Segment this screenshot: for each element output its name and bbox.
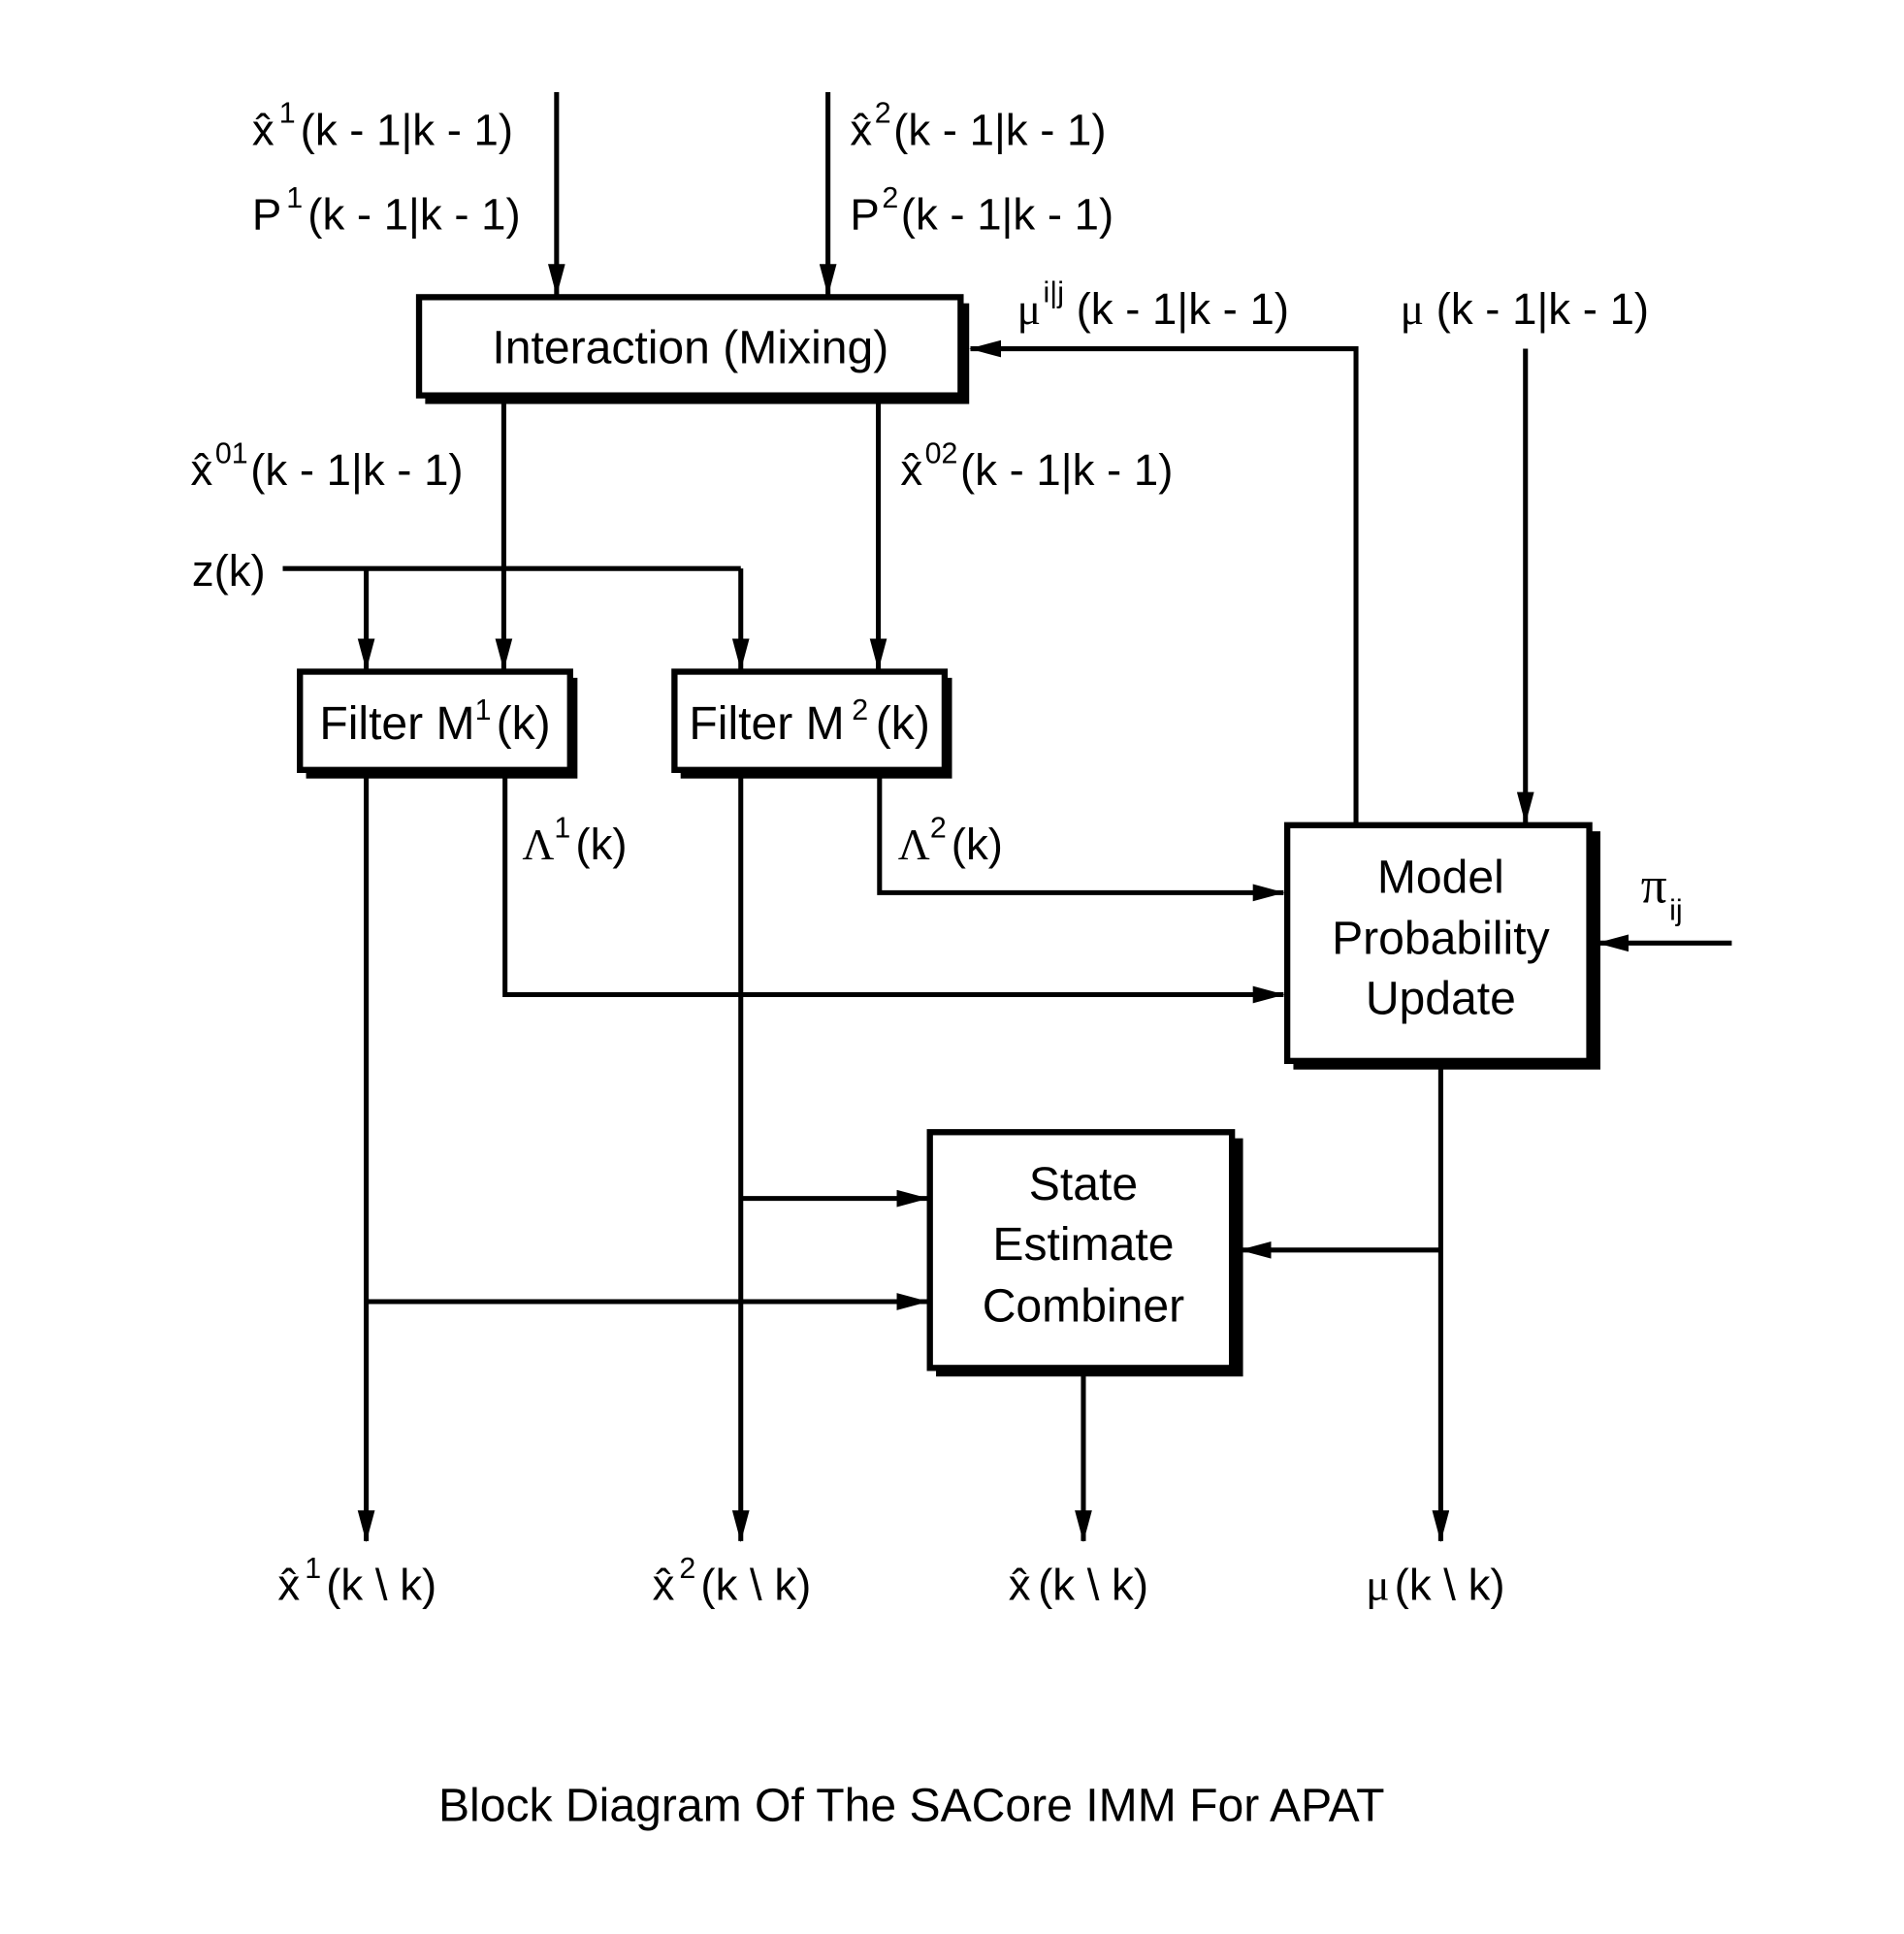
combiner-line-2: Estimate bbox=[992, 1218, 1174, 1271]
interaction-label: Interaction (Mixing) bbox=[492, 322, 888, 374]
model-probability-update-block: Model Probability Update bbox=[1283, 822, 1600, 1070]
label-z: z(k) bbox=[192, 546, 266, 596]
model-prob-line-1: Model bbox=[1377, 851, 1504, 903]
label-p1-prev: P 1 (k - 1|k - 1) bbox=[252, 181, 521, 240]
filter2-label: Filter M 2 (k) bbox=[689, 693, 929, 750]
model-prob-line-2: Probability bbox=[1332, 913, 1550, 965]
label-x-out: x̂ (k \ k) bbox=[1009, 1561, 1148, 1610]
interaction-block: Interaction (Mixing) bbox=[415, 294, 970, 404]
diagram-caption: Block Diagram Of The SACore IMM For APAT bbox=[438, 1780, 1385, 1832]
label-mu-out: μ (k \ k) bbox=[1366, 1561, 1504, 1610]
label-x02: x̂ 02(k - 1|k - 1) bbox=[900, 436, 1173, 495]
arrow-lambda1-to-model-prob bbox=[502, 777, 1285, 1004]
imm-block-diagram: Interaction (Mixing) Filter M1 (k) Filter… bbox=[191, 91, 1732, 1832]
label-p2-prev: P 2(k - 1|k - 1) bbox=[850, 181, 1113, 240]
filter1-label: Filter M1 (k) bbox=[319, 693, 550, 750]
label-lambda1: Λ1 (k) bbox=[522, 811, 627, 869]
filter1-block: Filter M1 (k) bbox=[297, 668, 578, 779]
label-x01: x̂ 01(k - 1|k - 1) bbox=[191, 436, 464, 495]
label-mu-prev: μ (k - 1|k - 1) bbox=[1401, 284, 1650, 334]
label-x2-out: x̂ 2 (k \ k) bbox=[653, 1552, 812, 1610]
state-estimate-combiner-block: State Estimate Combiner bbox=[926, 1129, 1243, 1377]
label-pi-ij: π ij bbox=[1641, 857, 1683, 927]
label-x1-out: x̂ 1 (k \ k) bbox=[277, 1552, 436, 1610]
label-x2-prev: x̂ 2(k - 1|k - 1) bbox=[850, 97, 1106, 155]
label-lambda2: Λ2 (k) bbox=[898, 811, 1003, 869]
model-prob-line-3: Update bbox=[1366, 973, 1516, 1025]
label-mu-ij: μ i|j (k - 1|k - 1) bbox=[1017, 275, 1289, 334]
label-x1-prev: x̂ 1 (k - 1|k - 1) bbox=[252, 97, 513, 155]
combiner-line-1: State bbox=[1029, 1158, 1138, 1210]
combiner-line-3: Combiner bbox=[983, 1279, 1185, 1332]
arrow-mu-ij-to-interaction bbox=[969, 339, 1359, 823]
filter2-block: Filter M 2 (k) bbox=[671, 668, 952, 779]
